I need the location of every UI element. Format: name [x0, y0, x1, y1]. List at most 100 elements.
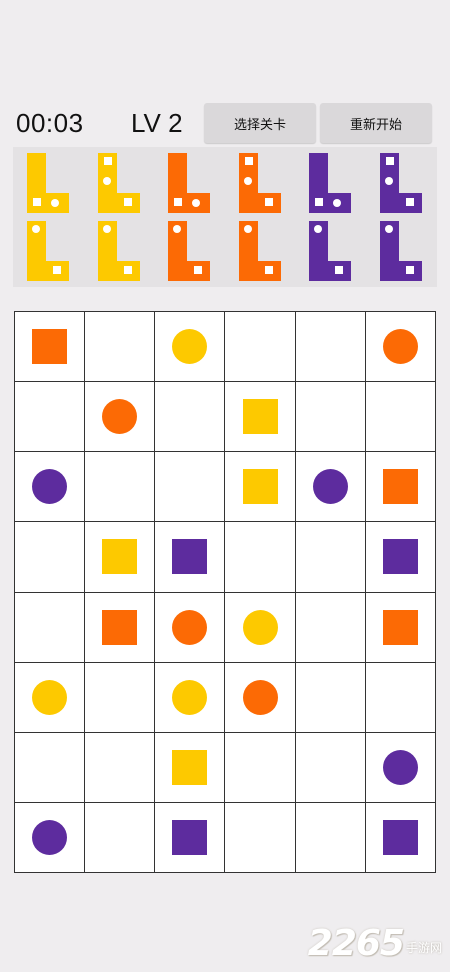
piece-yellow-l-shape[interactable] [25, 219, 71, 283]
watermark-suffix: 手游网 [405, 941, 442, 955]
board-cell[interactable] [295, 802, 366, 873]
piece-square-mark [123, 266, 132, 274]
piece-yellow-l-shape[interactable] [25, 151, 71, 215]
piece-orange-l-shape[interactable] [166, 219, 212, 283]
board-cell[interactable] [155, 732, 226, 803]
piece-circle-mark [333, 199, 341, 207]
piece-purple-l-shape[interactable] [307, 151, 353, 215]
board-cell[interactable] [365, 522, 436, 593]
board-cell[interactable] [85, 312, 156, 383]
board-cell[interactable] [155, 662, 226, 733]
orange-square-token [382, 469, 418, 505]
board-cell[interactable] [155, 382, 226, 453]
piece-square-mark [174, 198, 182, 206]
board-cell[interactable] [225, 452, 296, 523]
select-level-button[interactable]: 选择关卡 [204, 103, 316, 143]
board-cell[interactable] [85, 522, 156, 593]
piece-square-mark [244, 157, 253, 165]
board-cell[interactable] [85, 662, 156, 733]
piece-orange-l-shape[interactable] [237, 151, 283, 215]
piece-square-mark [264, 198, 273, 206]
piece-square-mark [53, 266, 61, 274]
piece-circle-mark [173, 225, 181, 233]
piece-circle-mark [192, 199, 200, 207]
yellow-square-token [242, 399, 278, 435]
board-cell[interactable] [85, 592, 156, 663]
board-cell[interactable] [155, 802, 226, 873]
purple-circle-token [32, 469, 68, 505]
board-cell[interactable] [15, 732, 86, 803]
site-watermark: 2265 手游网 [308, 923, 442, 964]
board-cell[interactable] [15, 802, 86, 873]
piece-purple-l-shape[interactable] [307, 219, 353, 283]
piece-circle-mark [102, 177, 111, 185]
board-cell[interactable] [85, 452, 156, 523]
yellow-circle-token [172, 329, 208, 365]
board-cell[interactable] [225, 312, 296, 383]
piece-circle-mark [32, 225, 40, 233]
piece-orange-l-shape[interactable] [237, 219, 283, 283]
yellow-circle-token [172, 679, 208, 715]
piece-square-mark [405, 266, 414, 274]
board-cell[interactable] [155, 592, 226, 663]
board-cell[interactable] [155, 452, 226, 523]
piece-square-mark [123, 198, 132, 206]
restart-button[interactable]: 重新开始 [320, 103, 432, 143]
board-cell[interactable] [15, 592, 86, 663]
orange-circle-token [172, 609, 208, 645]
board-cell[interactable] [295, 522, 366, 593]
board-cell[interactable] [295, 592, 366, 663]
board-cell[interactable] [225, 522, 296, 593]
yellow-square-token [102, 539, 138, 575]
piece-circle-mark [102, 225, 111, 233]
piece-square-mark [264, 266, 273, 274]
board-cell[interactable] [365, 452, 436, 523]
orange-square-token [102, 609, 138, 645]
board-cell[interactable] [295, 382, 366, 453]
board-cell[interactable] [365, 732, 436, 803]
board-cell[interactable] [365, 382, 436, 453]
board-cell[interactable] [365, 802, 436, 873]
piece-square-mark [194, 266, 202, 274]
board-cell[interactable] [85, 732, 156, 803]
board-cell[interactable] [15, 312, 86, 383]
board-cell[interactable] [365, 592, 436, 663]
piece-circle-mark [243, 177, 252, 185]
yellow-circle-token [32, 679, 68, 715]
board-cell[interactable] [85, 382, 156, 453]
board-cell[interactable] [295, 732, 366, 803]
board-cell[interactable] [365, 312, 436, 383]
piece-tray [13, 147, 437, 287]
board-cell[interactable] [15, 662, 86, 733]
board-cell[interactable] [225, 382, 296, 453]
purple-circle-token [382, 749, 418, 785]
board-cell[interactable] [225, 662, 296, 733]
piece-yellow-l-shape[interactable] [96, 219, 142, 283]
game-board [14, 311, 436, 873]
board-cell[interactable] [15, 382, 86, 453]
board-cell[interactable] [225, 732, 296, 803]
orange-square-token [32, 329, 68, 365]
piece-square-mark [385, 157, 394, 165]
yellow-square-token [172, 749, 208, 785]
piece-yellow-l-shape[interactable] [96, 151, 142, 215]
board-cell[interactable] [15, 522, 86, 593]
board-cell[interactable] [85, 802, 156, 873]
board-cell[interactable] [15, 452, 86, 523]
purple-square-token [382, 819, 418, 855]
board-cell[interactable] [225, 592, 296, 663]
piece-circle-mark [243, 225, 252, 233]
board-cell[interactable] [365, 662, 436, 733]
board-cell[interactable] [225, 802, 296, 873]
board-cell[interactable] [295, 452, 366, 523]
board-cell[interactable] [155, 522, 226, 593]
piece-purple-l-shape[interactable] [378, 219, 424, 283]
piece-orange-l-shape[interactable] [166, 151, 212, 215]
board-cell[interactable] [155, 312, 226, 383]
piece-square-mark [405, 198, 414, 206]
board-cell[interactable] [295, 312, 366, 383]
board-cell[interactable] [295, 662, 366, 733]
piece-purple-l-shape[interactable] [378, 151, 424, 215]
yellow-circle-token [242, 609, 278, 645]
purple-square-token [172, 539, 208, 575]
